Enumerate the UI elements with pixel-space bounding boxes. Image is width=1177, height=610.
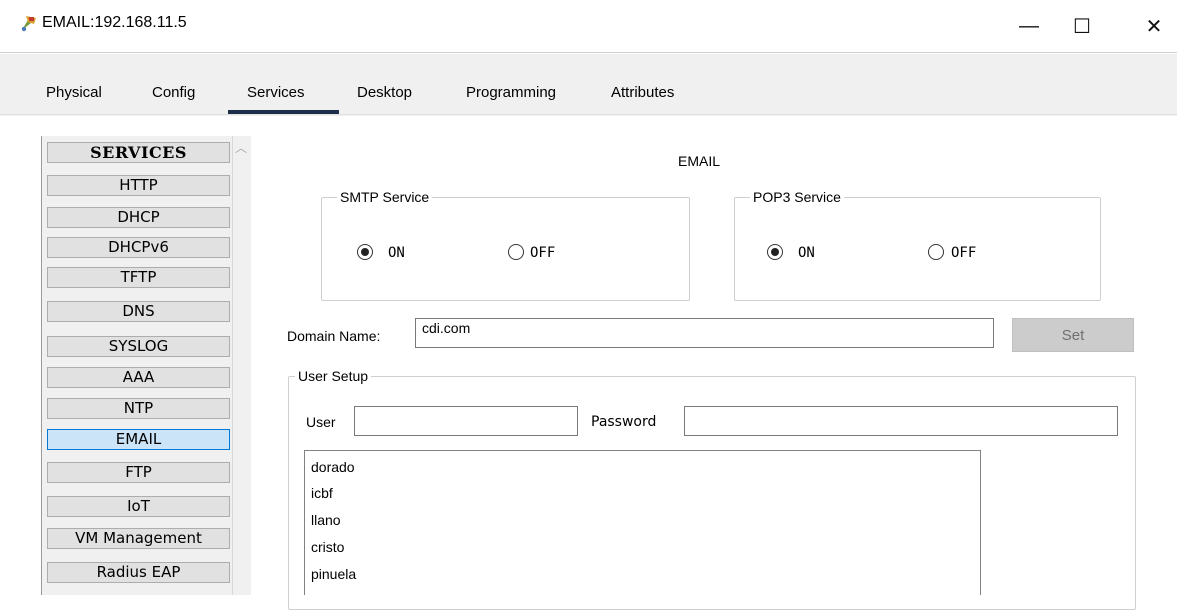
service-item-ntp[interactable]: NTP	[47, 398, 230, 419]
service-item-radius-eap[interactable]: Radius EAP	[47, 562, 230, 583]
service-item-dns[interactable]: DNS	[47, 301, 230, 322]
pop3-off-radio[interactable]	[928, 244, 944, 260]
service-item-aaa[interactable]: AAA	[47, 367, 230, 388]
user-input[interactable]	[354, 406, 578, 436]
tab-physical[interactable]: Physical	[46, 84, 102, 101]
list-item[interactable]: cristo	[311, 536, 344, 558]
service-item-syslog[interactable]: SYSLOG	[47, 336, 230, 357]
service-item-tftp[interactable]: TFTP	[47, 267, 230, 288]
domain-name-label: Domain Name:	[287, 328, 381, 344]
pop3-off-label: OFF	[951, 245, 977, 261]
service-item-vm-management[interactable]: VM Management	[47, 528, 230, 549]
tab-desktop[interactable]: Desktop	[357, 84, 412, 101]
tab-programming[interactable]: Programming	[466, 84, 556, 101]
service-item-http[interactable]: HTTP	[47, 175, 230, 196]
smtp-service-legend: SMTP Service	[340, 189, 430, 205]
service-item-iot[interactable]: IoT	[47, 496, 230, 517]
password-input[interactable]	[684, 406, 1118, 436]
user-list[interactable]	[304, 450, 981, 595]
list-item[interactable]: llano	[311, 509, 341, 531]
smtp-on-radio[interactable]	[357, 244, 373, 260]
services-list	[41, 136, 251, 595]
service-item-dhcpv6[interactable]: DHCPv6	[47, 237, 230, 258]
services-header: SERVICES	[47, 142, 230, 163]
set-button[interactable]: Set	[1012, 318, 1134, 352]
tab-divider	[0, 114, 1177, 115]
pop3-service-legend: POP3 Service	[753, 189, 841, 205]
pop3-on-radio[interactable]	[767, 244, 783, 260]
user-label: User	[306, 414, 336, 430]
panel-heading: EMAIL	[678, 153, 721, 169]
tab-services[interactable]: Services	[247, 84, 305, 101]
services-scrollbar[interactable]	[232, 136, 251, 595]
domain-name-input[interactable]	[415, 318, 994, 348]
pop3-service-group: POP3 Service	[734, 189, 1101, 301]
close-button[interactable]: ✕	[1131, 8, 1177, 44]
maximize-button[interactable]: ☐	[1059, 8, 1105, 44]
smtp-on-label: ON	[388, 245, 405, 261]
smtp-service-group: SMTP Service	[321, 189, 690, 301]
tab-config[interactable]: Config	[152, 84, 195, 101]
service-item-ftp[interactable]: FTP	[47, 462, 230, 483]
service-item-dhcp[interactable]: DHCP	[47, 207, 230, 228]
app-icon	[21, 16, 36, 32]
user-setup-legend: User Setup	[298, 368, 369, 384]
service-item-email[interactable]: EMAIL	[47, 429, 230, 450]
password-label: Password	[591, 414, 657, 430]
tab-attributes[interactable]: Attributes	[611, 84, 674, 101]
pop3-on-label: ON	[798, 245, 815, 261]
chevron-up-icon[interactable]: ︿	[235, 139, 247, 156]
window-title: EMAIL:192.168.11.5	[42, 14, 187, 31]
list-item[interactable]: pinuela	[311, 563, 356, 585]
minimize-button[interactable]: —	[1006, 8, 1052, 44]
list-item[interactable]: dorado	[311, 456, 355, 478]
list-item[interactable]: icbf	[311, 482, 333, 504]
smtp-off-label: OFF	[530, 245, 556, 261]
smtp-off-radio[interactable]	[508, 244, 524, 260]
